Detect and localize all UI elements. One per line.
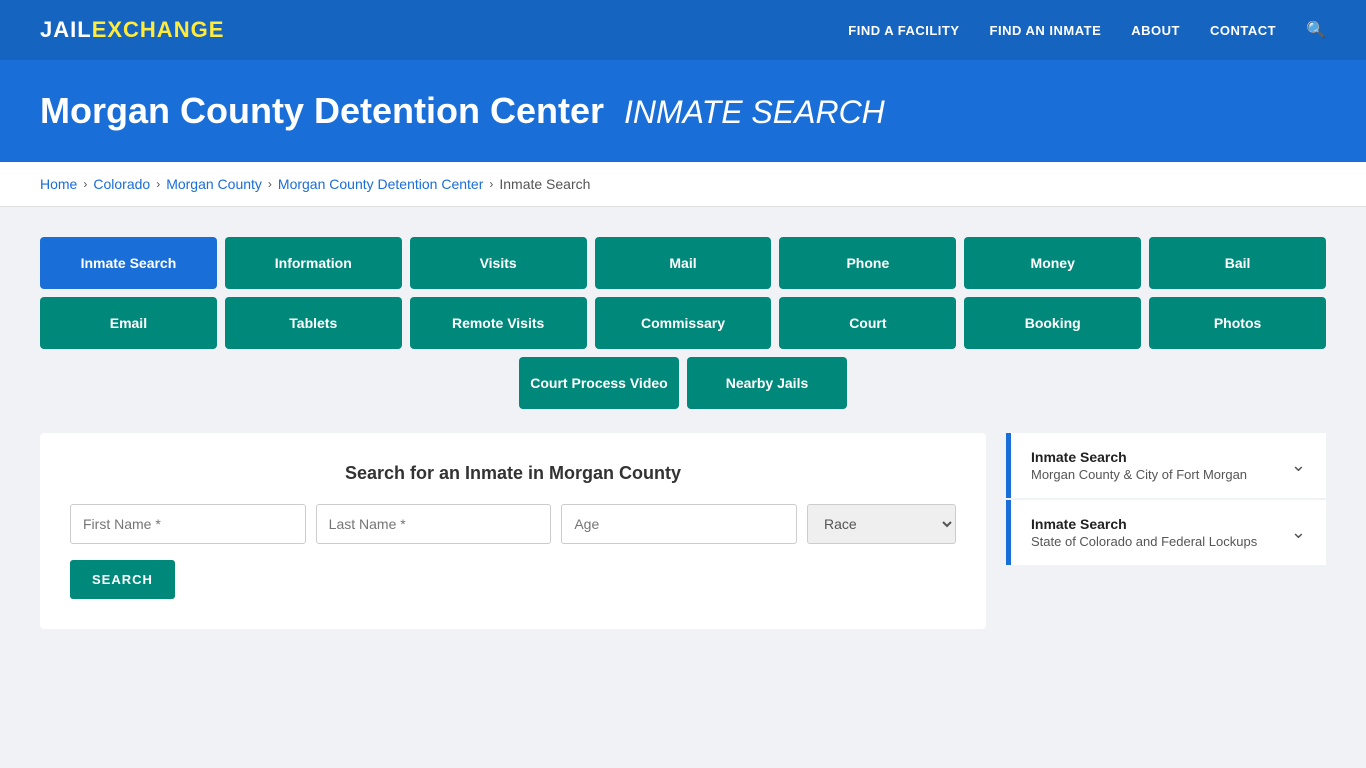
tab-row-2: Email Tablets Remote Visits Commissary C… (40, 297, 1326, 349)
tab-court[interactable]: Court (779, 297, 956, 349)
main-content: Inmate Search Information Visits Mail Ph… (0, 207, 1366, 659)
sidebar-item-state-colorado[interactable]: Inmate Search State of Colorado and Fede… (1006, 500, 1326, 565)
tab-email[interactable]: Email (40, 297, 217, 349)
nav-find-inmate[interactable]: FIND AN INMATE (990, 23, 1102, 38)
nav-about[interactable]: ABOUT (1131, 23, 1180, 38)
sidebar-item-title-2: Inmate Search (1031, 516, 1257, 532)
tab-row-3: Court Process Video Nearby Jails (40, 357, 1326, 409)
navbar-search-icon[interactable]: 🔍 (1306, 20, 1326, 40)
search-fields: Race White Black Hispanic Asian Native A… (70, 504, 956, 544)
tab-photos[interactable]: Photos (1149, 297, 1326, 349)
sidebar: Inmate Search Morgan County & City of Fo… (1006, 433, 1326, 567)
hero-section: Morgan County Detention Center INMATE SE… (0, 60, 1366, 162)
chevron-down-icon-1: ⌄ (1291, 455, 1306, 476)
navbar-links: FIND A FACILITY FIND AN INMATE ABOUT CON… (848, 20, 1326, 40)
breadcrumb-home[interactable]: Home (40, 176, 77, 192)
nav-contact[interactable]: CONTACT (1210, 23, 1276, 38)
tab-remote-visits[interactable]: Remote Visits (410, 297, 587, 349)
chevron-down-icon-2: ⌄ (1291, 522, 1306, 543)
page-title: Morgan County Detention Center INMATE SE… (40, 90, 1326, 132)
tab-mail[interactable]: Mail (595, 237, 772, 289)
breadcrumb-sep-1: › (83, 177, 87, 191)
tab-booking[interactable]: Booking (964, 297, 1141, 349)
breadcrumb-morgan-county[interactable]: Morgan County (166, 176, 262, 192)
navbar: JAILEXCHANGE FIND A FACILITY FIND AN INM… (0, 0, 1366, 60)
tab-nearby-jails[interactable]: Nearby Jails (687, 357, 847, 409)
breadcrumb-current: Inmate Search (499, 176, 590, 192)
tab-commissary[interactable]: Commissary (595, 297, 772, 349)
tab-court-process-video[interactable]: Court Process Video (519, 357, 679, 409)
search-title: Search for an Inmate in Morgan County (70, 463, 956, 484)
site-logo[interactable]: JAILEXCHANGE (40, 17, 224, 43)
breadcrumb-detention-center[interactable]: Morgan County Detention Center (278, 176, 483, 192)
sidebar-item-sub-1: Morgan County & City of Fort Morgan (1031, 467, 1247, 482)
search-card: Search for an Inmate in Morgan County Ra… (40, 433, 986, 629)
sidebar-item-sub-2: State of Colorado and Federal Lockups (1031, 534, 1257, 549)
nav-find-facility[interactable]: FIND A FACILITY (848, 23, 959, 38)
age-input[interactable] (561, 504, 797, 544)
search-button[interactable]: SEARCH (70, 560, 175, 599)
tab-row-1: Inmate Search Information Visits Mail Ph… (40, 237, 1326, 289)
tab-visits[interactable]: Visits (410, 237, 587, 289)
breadcrumb-sep-4: › (489, 177, 493, 191)
breadcrumb-colorado[interactable]: Colorado (93, 176, 150, 192)
tab-tablets[interactable]: Tablets (225, 297, 402, 349)
logo-exchange: EXCHANGE (92, 17, 225, 43)
hero-subtitle: INMATE SEARCH (624, 94, 885, 130)
last-name-input[interactable] (316, 504, 552, 544)
tab-information[interactable]: Information (225, 237, 402, 289)
sidebar-item-text-2: Inmate Search State of Colorado and Fede… (1031, 516, 1257, 549)
hero-main-title: Morgan County Detention Center (40, 90, 604, 131)
race-select[interactable]: Race White Black Hispanic Asian Native A… (807, 504, 956, 544)
logo-jail: JAIL (40, 17, 92, 43)
breadcrumb-sep-3: › (268, 177, 272, 191)
lower-section: Search for an Inmate in Morgan County Ra… (40, 433, 1326, 629)
sidebar-item-title-1: Inmate Search (1031, 449, 1247, 465)
tab-bail[interactable]: Bail (1149, 237, 1326, 289)
breadcrumb: Home › Colorado › Morgan County › Morgan… (0, 162, 1366, 207)
sidebar-item-text-1: Inmate Search Morgan County & City of Fo… (1031, 449, 1247, 482)
tab-phone[interactable]: Phone (779, 237, 956, 289)
sidebar-item-morgan-county[interactable]: Inmate Search Morgan County & City of Fo… (1006, 433, 1326, 498)
tab-inmate-search[interactable]: Inmate Search (40, 237, 217, 289)
breadcrumb-sep-2: › (156, 177, 160, 191)
first-name-input[interactable] (70, 504, 306, 544)
tab-money[interactable]: Money (964, 237, 1141, 289)
